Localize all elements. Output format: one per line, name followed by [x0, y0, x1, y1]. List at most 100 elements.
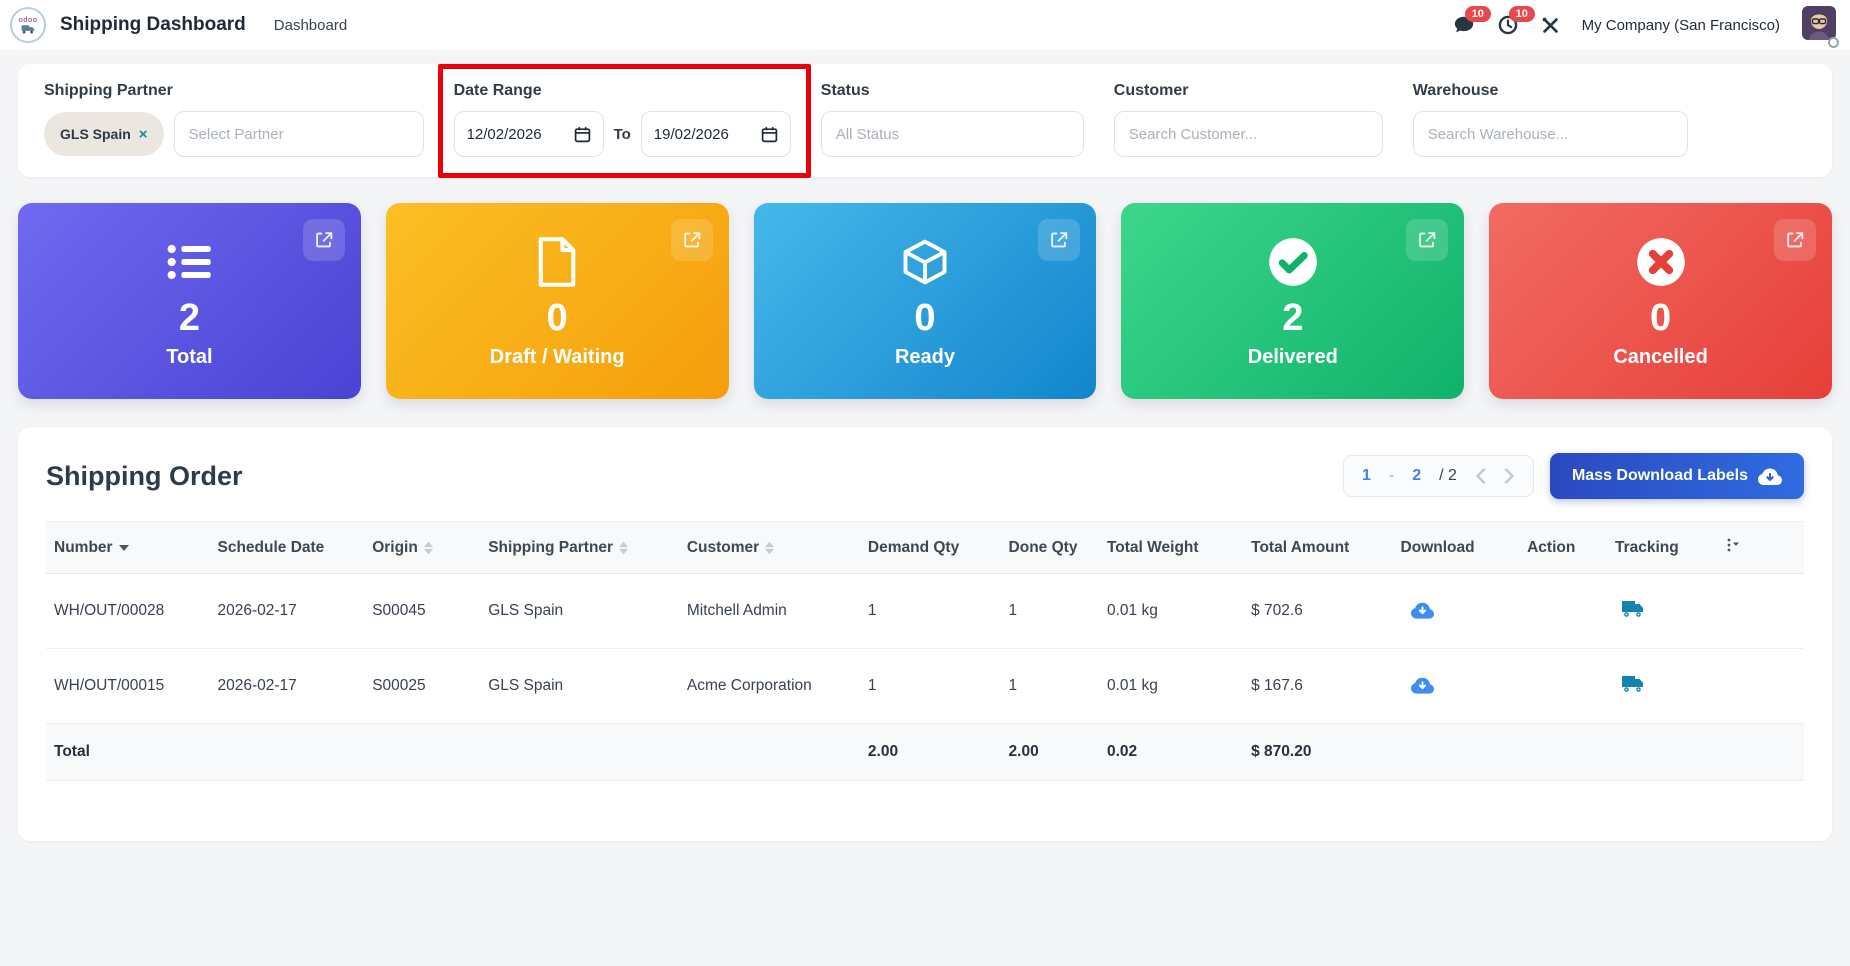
customer-label: Customer — [1113, 82, 1189, 99]
col-done-qty[interactable]: Done Qty — [1000, 521, 1099, 574]
shipping-order-title: Shipping Order — [46, 460, 243, 491]
demand-qty-cell: 1 — [859, 573, 1001, 649]
action-cell — [1519, 648, 1607, 724]
company-switcher[interactable]: My Company (San Francisco) — [1582, 17, 1780, 34]
col-total-weight[interactable]: Total Weight — [1098, 521, 1244, 574]
card-cancelled[interactable]: 0 Cancelled — [1489, 203, 1832, 399]
sort-both-icon — [765, 541, 775, 554]
column-settings-icon — [1727, 538, 1739, 552]
document-icon — [534, 234, 580, 290]
column-settings-button[interactable] — [1715, 521, 1804, 574]
draft-count: 0 — [546, 296, 568, 339]
warehouse-label: Warehouse — [1412, 82, 1499, 99]
demand-qty-cell: 1 — [859, 648, 1001, 724]
action-cell — [1519, 573, 1607, 649]
total-weight-cell: 0.01 kg — [1098, 648, 1244, 724]
date-from-input[interactable]: 12/02/2026 — [453, 111, 604, 157]
open-delivered-records-button[interactable] — [1406, 219, 1449, 261]
sort-desc-icon — [118, 544, 129, 551]
order-number-link[interactable]: WH/OUT/00015 — [46, 648, 210, 724]
card-total[interactable]: 2 Total — [18, 203, 361, 399]
total-demand-qty: 2.00 — [859, 723, 1001, 781]
tracking-button[interactable] — [1615, 599, 1645, 619]
origin-cell: S00025 — [364, 648, 481, 724]
date-to-value: 19/02/2026 — [653, 125, 729, 143]
cloud-download-icon — [1410, 602, 1434, 619]
partner-chip-remove-icon[interactable]: × — [139, 126, 148, 143]
shipping-partner-label: Shipping Partner — [44, 82, 173, 99]
mass-download-labels-button[interactable]: Mass Download Labels — [1549, 453, 1804, 499]
messages-button[interactable]: 10 — [1453, 6, 1491, 36]
total-amount-sum: $ 870.20 — [1243, 723, 1393, 781]
col-total-amount[interactable]: Total Amount — [1243, 521, 1393, 574]
debug-tools-button[interactable] — [1541, 16, 1560, 35]
calendar-icon — [574, 126, 590, 142]
col-number[interactable]: Number — [46, 521, 210, 574]
col-schedule-date[interactable]: Schedule Date — [209, 521, 365, 574]
customer-cell: Acme Corporation — [678, 648, 860, 724]
truck-icon — [1622, 600, 1643, 617]
shipping-order-panel: Shipping Order 1 - 2 / 2 Mass Download L… — [18, 427, 1832, 841]
table-row[interactable]: WH/OUT/00028 2026-02-17 S00045 GLS Spain… — [46, 573, 1804, 649]
external-link-icon — [1787, 232, 1804, 248]
activities-button[interactable]: 10 — [1497, 6, 1535, 36]
date-to-input[interactable]: 19/02/2026 — [640, 111, 791, 157]
app-logo-icon[interactable]: odoo — [10, 7, 46, 43]
card-ready[interactable]: 0 Ready — [753, 203, 1097, 399]
page-total: / 2 — [1439, 467, 1457, 484]
total-amount-cell: $ 167.6 — [1243, 648, 1393, 724]
filters-panel: Shipping Partner GLS Spain × Date Range … — [18, 64, 1832, 178]
card-draft-waiting[interactable]: 0 Draft / Waiting — [385, 203, 729, 399]
open-draft-records-button[interactable] — [670, 219, 713, 261]
draft-label: Draft / Waiting — [489, 345, 625, 368]
page-range-separator: - — [1388, 467, 1395, 484]
odoo-logo-text: odoo — [18, 16, 38, 24]
origin-cell: S00045 — [364, 573, 481, 649]
external-link-icon — [1419, 232, 1436, 248]
col-customer[interactable]: Customer — [678, 521, 860, 574]
open-cancelled-records-button[interactable] — [1773, 219, 1816, 261]
col-tracking[interactable]: Tracking — [1607, 521, 1716, 574]
logo-truck-icon — [21, 24, 34, 33]
delivered-count: 2 — [1282, 296, 1304, 339]
prev-page-button[interactable] — [1475, 468, 1486, 484]
col-download[interactable]: Download — [1392, 521, 1520, 574]
top-navigation-bar: odoo Shipping Dashboard Dashboard 10 10 — [0, 0, 1850, 50]
status-label: Status — [820, 82, 870, 99]
download-label-button[interactable] — [1401, 597, 1434, 620]
next-page-button[interactable] — [1504, 468, 1515, 484]
cloud-download-icon — [1758, 468, 1782, 485]
col-demand-qty[interactable]: Demand Qty — [859, 521, 1001, 574]
download-label-button[interactable] — [1401, 672, 1434, 695]
external-link-icon — [683, 232, 700, 248]
user-avatar[interactable] — [1802, 5, 1839, 48]
tracking-button[interactable] — [1615, 674, 1645, 694]
partner-chip[interactable]: GLS Spain × — [44, 112, 164, 156]
filter-date-range: Date Range 12/02/2026 To 19/02/2026 — [437, 64, 811, 178]
open-ready-records-button[interactable] — [1038, 219, 1081, 261]
col-shipping-partner[interactable]: Shipping Partner — [480, 521, 679, 574]
status-select[interactable] — [820, 111, 1084, 157]
partner-chip-label: GLS Spain — [60, 126, 131, 142]
table-row[interactable]: WH/OUT/00015 2026-02-17 S00025 GLS Spain… — [46, 648, 1804, 724]
page-range-end[interactable]: 2 — [1412, 467, 1421, 485]
partner-select-input[interactable] — [173, 111, 424, 157]
total-count: 2 — [178, 296, 200, 339]
shipping-partner-cell: GLS Spain — [480, 573, 679, 649]
col-origin[interactable]: Origin — [364, 521, 481, 574]
open-total-records-button[interactable] — [302, 219, 345, 261]
customer-search-input[interactable] — [1113, 111, 1383, 157]
order-number-link[interactable]: WH/OUT/00028 — [46, 573, 210, 649]
card-delivered[interactable]: 2 Delivered — [1121, 203, 1465, 399]
page-range-start[interactable]: 1 — [1362, 467, 1371, 485]
filter-shipping-partner: Shipping Partner GLS Spain × — [44, 82, 424, 157]
filter-warehouse: Warehouse — [1412, 82, 1688, 157]
tools-icon — [1542, 17, 1558, 33]
col-action[interactable]: Action — [1519, 521, 1607, 574]
nav-dashboard[interactable]: Dashboard — [274, 17, 347, 34]
external-link-icon — [316, 232, 333, 248]
sort-both-icon — [619, 541, 629, 554]
cube-icon — [899, 234, 951, 290]
cloud-download-icon — [1410, 677, 1434, 694]
warehouse-search-input[interactable] — [1412, 111, 1688, 157]
